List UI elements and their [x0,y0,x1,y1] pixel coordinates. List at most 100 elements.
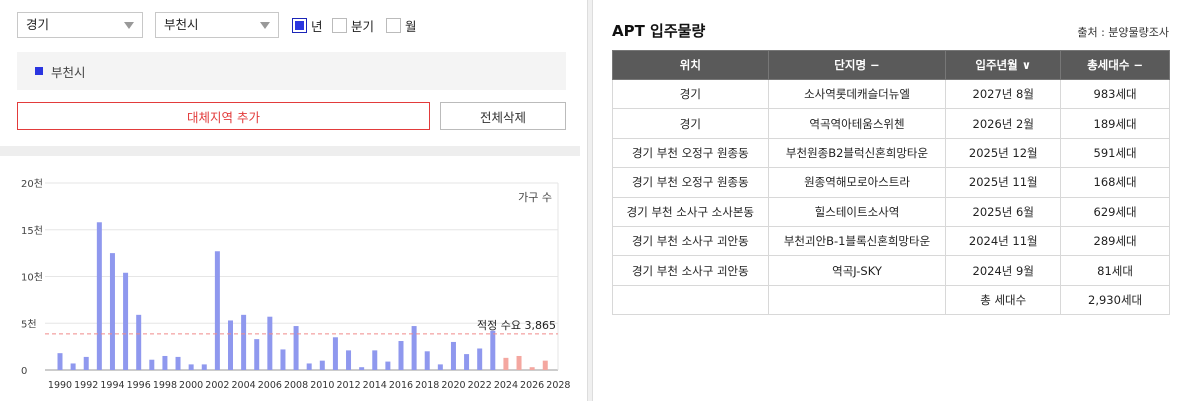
bar [109,253,115,370]
bar [70,363,76,370]
column-header-complex[interactable]: 단지명 − [767,50,947,80]
y-tick-label: 10천 [21,272,43,284]
cell-move-in-date: 2025년 12월 [945,137,1062,169]
source-note: 출처 : 분양물량조사 [1077,26,1169,39]
cell-move-in-date: 2024년 11월 [945,225,1062,257]
region-select[interactable]: 경기 [17,12,143,38]
bar [83,356,89,370]
bar [280,349,286,370]
x-tick-label: 2018 [415,380,439,391]
bar [372,350,378,370]
column-header-move-in-date[interactable]: 입주년월 ∨ [945,50,1062,80]
chevron-down-icon [124,22,134,29]
bar [267,316,273,370]
cell-location: 경기 부천 소사구 괴안동 [612,225,769,257]
x-tick-label: 2010 [310,380,334,391]
cell-complex: 힐스테이트소사역 [767,196,947,227]
apt-supply-panel: APT 입주물량 출처 : 분양물량조사 위치 단지명 − 입주년월 ∨ 총세대… [592,0,1183,401]
period-year-option[interactable]: 년 [292,16,323,35]
apt-supply-table: 위치 단지명 − 입주년월 ∨ 총세대수 − 경기 소사역롯데캐슬더뉴엘 202… [612,50,1170,316]
bar [214,251,220,370]
bar [332,337,338,370]
x-tick-label: 2000 [179,380,203,391]
bar [437,364,443,370]
period-month-option[interactable]: 월 [386,16,417,35]
bar [490,330,496,370]
clear-all-button[interactable]: 전체삭제 [440,102,566,130]
quarter-label: 분기 [351,19,375,34]
x-tick-label: 2016 [389,380,413,391]
bar [359,367,365,370]
bar [411,326,417,370]
bar [346,350,352,370]
panel-title: APT 입주물량 [612,22,706,40]
add-comparison-region-button[interactable]: 대체지역 추가 [17,102,430,130]
supply-bar-chart: 05천10천15천20천가구 수적정 수요 3,8651990 1992 1994 1… [21,178,570,391]
cell-complex: 원종역해모로아스트라 [767,167,947,198]
cell-move-in-date: 2024년 9월 [945,255,1062,286]
x-tick-label: 2024 [494,380,518,391]
bar [319,360,325,370]
reference-line-label: 적정 수요 3,865 [477,319,556,332]
x-tick-label: 2004 [232,380,256,391]
bar [542,360,548,370]
x-tick-label: 2002 [205,380,229,391]
bar [529,367,535,370]
cell-complex: 부천원종B2블럭신혼희망타운 [767,137,947,169]
total-row: 총 세대수 2,930세대 [612,284,1170,316]
cell-complex: 역곡J-SKY [767,255,947,286]
bar [57,353,63,370]
column-header-total-units[interactable]: 총세대수 − [1060,50,1170,80]
cell-complex: 소사역롯데캐슬더뉴엘 [767,78,947,110]
cell-units: 189세대 [1060,108,1170,139]
city-select-value: 부천시 [164,17,199,32]
x-tick-label: 2006 [258,380,282,391]
month-label: 월 [405,19,417,34]
bar [227,320,233,370]
table-row[interactable]: 경기 역곡역아테움스위첸 2026년 2월 189세대 [612,108,1170,139]
bar [424,351,430,370]
x-tick-label: 2020 [441,380,465,391]
x-tick-label: 2008 [284,380,308,391]
column-header-location[interactable]: 위치 [612,50,769,80]
chevron-down-icon [260,22,270,29]
cell-location: 경기 부천 소사구 소사본동 [612,196,769,227]
x-tick-label: 1996 [127,380,151,391]
cell-move-in-date: 2026년 2월 [945,108,1062,139]
table-row[interactable]: 경기 부천 오정구 원종동 원종역해모로아스트라 2025년 11월 168세대 [612,167,1170,198]
cell-location: 경기 [612,108,769,139]
table-row[interactable]: 경기 부천 오정구 원종동 부천원종B2블럭신혼희망타운 2025년 12월 5… [612,137,1170,169]
region-select-value: 경기 [26,17,50,32]
bar [503,357,509,370]
city-select[interactable]: 부천시 [155,12,279,38]
table-row[interactable]: 경기 부천 소사구 괴안동 역곡J-SKY 2024년 9월 81세대 [612,255,1170,286]
bar [201,364,207,370]
bar [188,364,194,370]
cell-complex: 역곡역아테움스위첸 [767,108,947,139]
month-checkbox[interactable] [386,18,401,33]
table-row[interactable]: 경기 부천 소사구 소사본동 힐스테이트소사역 2025년 6월 629세대 [612,196,1170,227]
x-tick-label: 1998 [153,380,177,391]
year-checkbox[interactable] [292,18,307,33]
x-tick-label: 2028 [546,380,570,391]
total-label: 총 세대수 [945,284,1062,316]
bar [136,314,142,370]
bar [162,355,168,370]
cell-location: 경기 [612,78,769,110]
cell-move-in-date: 2027년 8월 [945,78,1062,110]
cell-location: 경기 부천 오정구 원종동 [612,137,769,169]
period-quarter-option[interactable]: 분기 [332,16,374,35]
table-row[interactable]: 경기 소사역롯데캐슬더뉴엘 2027년 8월 983세대 [612,78,1170,110]
table-header-row: 위치 단지명 − 입주년월 ∨ 총세대수 − [612,50,1170,80]
bar [254,339,260,370]
cell-units: 983세대 [1060,78,1170,110]
bar [293,326,299,370]
cell-location: 경기 부천 소사구 괴안동 [612,255,769,286]
quarter-checkbox[interactable] [332,18,347,33]
table-row[interactable]: 경기 부천 소사구 괴안동 부천괴안B-1블록신혼희망타운 2024년 11월 … [612,225,1170,257]
year-label: 년 [311,19,323,34]
y-tick-label: 20천 [21,178,43,190]
x-tick-label: 2022 [468,380,492,391]
section-divider [0,146,580,156]
cell-complex: 부천괴안B-1블록신혼희망타운 [767,225,947,257]
